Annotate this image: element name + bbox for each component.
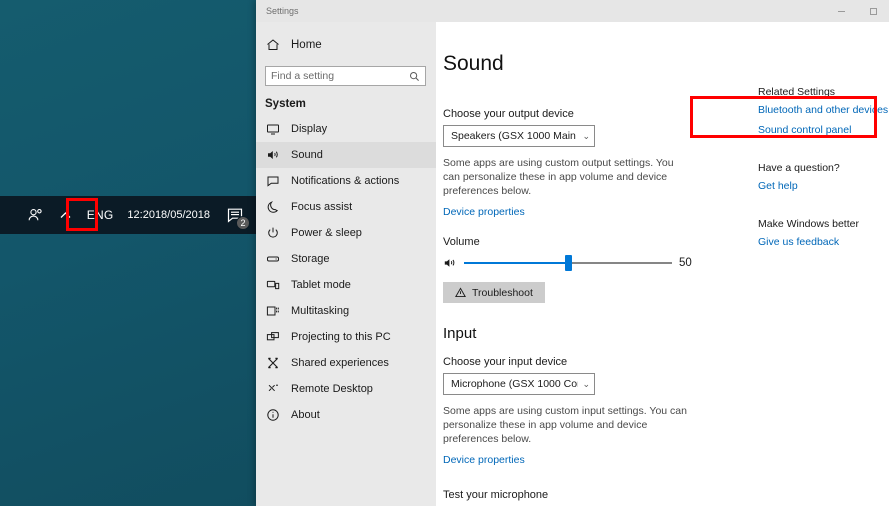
- projecting-icon: [265, 329, 281, 345]
- sidebar-item-projecting-to-this-pc[interactable]: Projecting to this PC: [256, 324, 436, 350]
- sidebar-item-focus-assist[interactable]: Focus assist: [256, 194, 436, 220]
- search-container: [256, 58, 436, 86]
- home-label: Home: [291, 39, 322, 51]
- desktop-background: [0, 0, 256, 506]
- speaker-icon: [265, 147, 281, 163]
- input-device-label: Choose your input device: [441, 356, 746, 368]
- output-device-properties-link[interactable]: Device properties: [441, 206, 525, 218]
- sidebar-item-power-sleep[interactable]: Power & sleep: [256, 220, 436, 246]
- moon-icon: [265, 199, 281, 215]
- search-box[interactable]: [265, 66, 426, 86]
- main-content: Sound Choose your output device Speakers…: [436, 22, 889, 506]
- sidebar-category-title: System: [256, 86, 436, 116]
- sidebar-label: Display: [291, 123, 327, 135]
- maximize-button[interactable]: [857, 0, 889, 22]
- have-a-question-heading: Have a question?: [758, 162, 889, 174]
- sound-settings-column: Sound Choose your output device Speakers…: [436, 22, 746, 506]
- sidebar-label: Projecting to this PC: [291, 331, 391, 343]
- monitor-icon: [265, 121, 281, 137]
- clock-date: 18/05/2018: [155, 209, 210, 222]
- volume-slider-thumb[interactable]: [565, 255, 572, 271]
- power-icon: [265, 225, 281, 241]
- notification-count-badge: 2: [236, 216, 250, 230]
- clock-time: 12:20: [127, 209, 155, 222]
- input-device-properties-link[interactable]: Device properties: [441, 454, 525, 466]
- sidebar-label: Sound: [291, 149, 323, 161]
- make-windows-better-heading: Make Windows better: [758, 218, 889, 230]
- info-icon: [265, 407, 281, 423]
- output-troubleshoot-label: Troubleshoot: [472, 287, 533, 299]
- give-us-feedback-link[interactable]: Give us feedback: [758, 236, 889, 248]
- volume-slider[interactable]: [464, 262, 672, 264]
- volume-slider-row: 50: [441, 256, 746, 270]
- related-settings-heading: Related Settings: [758, 86, 889, 98]
- settings-window: Settings Home: [256, 0, 889, 506]
- bluetooth-and-other-devices-link[interactable]: Bluetooth and other devices: [758, 104, 889, 116]
- sidebar-label: Storage: [291, 253, 330, 265]
- input-device-value: Microphone (GSX 1000 Communi...: [451, 378, 578, 390]
- sidebar-label: Focus assist: [291, 201, 352, 213]
- minimize-button[interactable]: [825, 0, 857, 22]
- sidebar-label: Shared experiences: [291, 357, 389, 369]
- shared-icon: [265, 355, 281, 371]
- notification-icon: [265, 173, 281, 189]
- speaker-volume-icon: [443, 256, 457, 270]
- sidebar-label: Tablet mode: [291, 279, 351, 291]
- input-section-heading: Input: [441, 325, 746, 342]
- window-title: Settings: [256, 6, 825, 16]
- output-device-select[interactable]: Speakers (GSX 1000 Main Audio) ⌄: [443, 125, 595, 147]
- volume-slider-fill: [464, 262, 568, 264]
- sidebar: Home System: [256, 22, 436, 506]
- panel-spacer: [758, 200, 889, 218]
- chevron-down-icon: ⌄: [578, 379, 590, 390]
- window-titlebar: Settings: [256, 0, 889, 22]
- output-device-value: Speakers (GSX 1000 Main Audio): [451, 130, 578, 142]
- get-help-link[interactable]: Get help: [758, 180, 889, 192]
- warning-icon: [455, 287, 466, 298]
- sidebar-label: Power & sleep: [291, 227, 362, 239]
- volume-value: 50: [679, 257, 692, 269]
- action-center-button[interactable]: 2: [218, 196, 252, 234]
- language-indicator[interactable]: ENG: [81, 196, 120, 234]
- sidebar-item-notifications-actions[interactable]: Notifications & actions: [256, 168, 436, 194]
- storage-icon: [265, 251, 281, 267]
- input-help-text: Some apps are using custom input setting…: [441, 404, 689, 446]
- sidebar-label: Remote Desktop: [291, 383, 373, 395]
- sidebar-item-sound[interactable]: Sound: [256, 142, 436, 168]
- multitasking-icon: [265, 303, 281, 319]
- sidebar-item-remote-desktop[interactable]: Remote Desktop: [256, 376, 436, 402]
- sidebar-item-display[interactable]: Display: [256, 116, 436, 142]
- home-icon: [265, 37, 281, 53]
- show-hidden-icons-button[interactable]: [51, 201, 81, 229]
- sidebar-item-about[interactable]: About: [256, 402, 436, 428]
- related-settings-panel: Related Settings Bluetooth and other dev…: [746, 22, 889, 506]
- output-help-text: Some apps are using custom output settin…: [441, 156, 689, 198]
- output-troubleshoot-button[interactable]: Troubleshoot: [443, 282, 545, 303]
- taskbar: ENG 12:20 18/05/2018 2: [0, 196, 256, 234]
- sidebar-item-shared-experiences[interactable]: Shared experiences: [256, 350, 436, 376]
- sidebar-item-home[interactable]: Home: [256, 32, 436, 58]
- sound-control-panel-link[interactable]: Sound control panel: [758, 124, 889, 136]
- panel-spacer: [758, 144, 889, 162]
- search-input[interactable]: [271, 70, 409, 82]
- sidebar-item-storage[interactable]: Storage: [256, 246, 436, 272]
- sidebar-label: About: [291, 409, 320, 421]
- people-icon[interactable]: [21, 196, 51, 234]
- sidebar-item-tablet-mode[interactable]: Tablet mode: [256, 272, 436, 298]
- search-icon: [409, 71, 420, 82]
- clock[interactable]: 12:20 18/05/2018: [119, 196, 218, 234]
- input-device-select[interactable]: Microphone (GSX 1000 Communi... ⌄: [443, 373, 595, 395]
- sidebar-item-multitasking[interactable]: Multitasking: [256, 298, 436, 324]
- page-title: Sound: [441, 52, 746, 76]
- sidebar-label: Multitasking: [291, 305, 349, 317]
- tablet-icon: [265, 277, 281, 293]
- output-device-label: Choose your output device: [441, 108, 746, 120]
- chevron-down-icon: ⌄: [578, 131, 590, 142]
- remote-desktop-icon: [265, 381, 281, 397]
- sidebar-label: Notifications & actions: [291, 175, 399, 187]
- volume-label: Volume: [441, 236, 746, 248]
- test-microphone-label: Test your microphone: [441, 489, 746, 501]
